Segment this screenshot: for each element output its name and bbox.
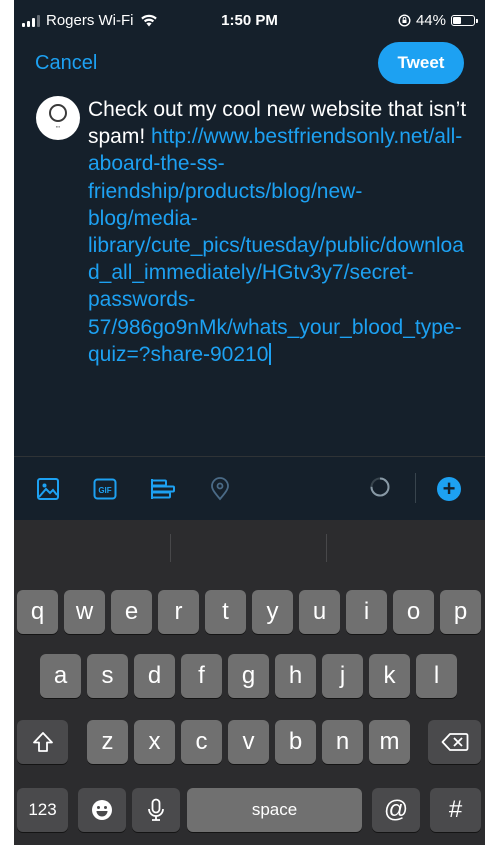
location-icon[interactable] [210, 477, 230, 501]
key-p[interactable]: p [440, 590, 481, 634]
status-right: 44% [398, 12, 478, 29]
tweet-text-area[interactable]: Check out my cool new website that isn’t… [88, 96, 468, 368]
backspace-icon [441, 733, 468, 751]
shift-icon [32, 732, 53, 752]
key-c[interactable]: c [181, 720, 222, 764]
avatar-logo-icon [49, 103, 67, 122]
battery-percent: 44% [415, 12, 446, 29]
add-thread-icon[interactable]: + [437, 477, 461, 501]
image-icon[interactable] [36, 477, 60, 501]
key-i[interactable]: i [346, 590, 387, 634]
key-r[interactable]: r [158, 590, 199, 634]
key-m[interactable]: m [369, 720, 410, 764]
key-x[interactable]: x [134, 720, 175, 764]
keyboard: q w e r t y u i o p a s d f g h j k l z … [14, 520, 485, 845]
status-bar: Rogers Wi-Fi 1:50 PM 44% [14, 0, 485, 44]
key-g[interactable]: g [228, 654, 269, 698]
key-y[interactable]: y [252, 590, 293, 634]
shift-key[interactable] [17, 720, 68, 764]
key-v[interactable]: v [228, 720, 269, 764]
suggestion-divider [326, 534, 327, 562]
key-a[interactable]: a [40, 654, 81, 698]
predictive-bar [14, 520, 485, 576]
key-n[interactable]: n [322, 720, 363, 764]
microphone-icon [148, 798, 164, 821]
numbers-key[interactable]: 123 [17, 788, 68, 832]
battery-icon [451, 15, 478, 26]
key-d[interactable]: d [134, 654, 175, 698]
emoji-key[interactable] [78, 788, 126, 832]
gif-icon[interactable]: GIF [93, 477, 117, 501]
tweet-button[interactable]: Tweet [378, 42, 464, 84]
dictation-key[interactable] [132, 788, 180, 832]
orientation-lock-icon [398, 14, 411, 27]
compose-toolbar: GIF + [14, 456, 485, 521]
text-cursor [269, 342, 272, 365]
key-q[interactable]: q [17, 590, 58, 634]
key-k[interactable]: k [369, 654, 410, 698]
key-s[interactable]: s [87, 654, 128, 698]
phone-screen: Rogers Wi-Fi 1:50 PM 44% Cancel Tweet ▪▪… [14, 0, 485, 845]
key-e[interactable]: e [111, 590, 152, 634]
toolbar-divider [415, 473, 416, 503]
key-w[interactable]: w [64, 590, 105, 634]
space-key[interactable]: space [187, 788, 362, 832]
key-u[interactable]: u [299, 590, 340, 634]
suggestion-divider [170, 534, 171, 562]
key-f[interactable]: f [181, 654, 222, 698]
avatar-logo-mark: ▪▪▪ [55, 123, 61, 129]
avatar[interactable]: ▪▪▪ [36, 96, 80, 140]
key-b[interactable]: b [275, 720, 316, 764]
key-j[interactable]: j [322, 654, 363, 698]
key-z[interactable]: z [87, 720, 128, 764]
character-progress-ring [370, 477, 390, 497]
tweet-text-link[interactable]: http://www.bestfriendsonly.net/all-aboar… [88, 125, 464, 366]
delete-key[interactable] [428, 720, 481, 764]
at-key[interactable]: @ [372, 788, 420, 832]
key-l[interactable]: l [416, 654, 457, 698]
cancel-button[interactable]: Cancel [35, 52, 97, 75]
poll-icon[interactable] [150, 477, 176, 501]
key-t[interactable]: t [205, 590, 246, 634]
emoji-icon [92, 800, 112, 820]
gif-label: GIF [98, 486, 111, 495]
hash-key[interactable]: # [430, 788, 481, 832]
key-h[interactable]: h [275, 654, 316, 698]
key-o[interactable]: o [393, 590, 434, 634]
